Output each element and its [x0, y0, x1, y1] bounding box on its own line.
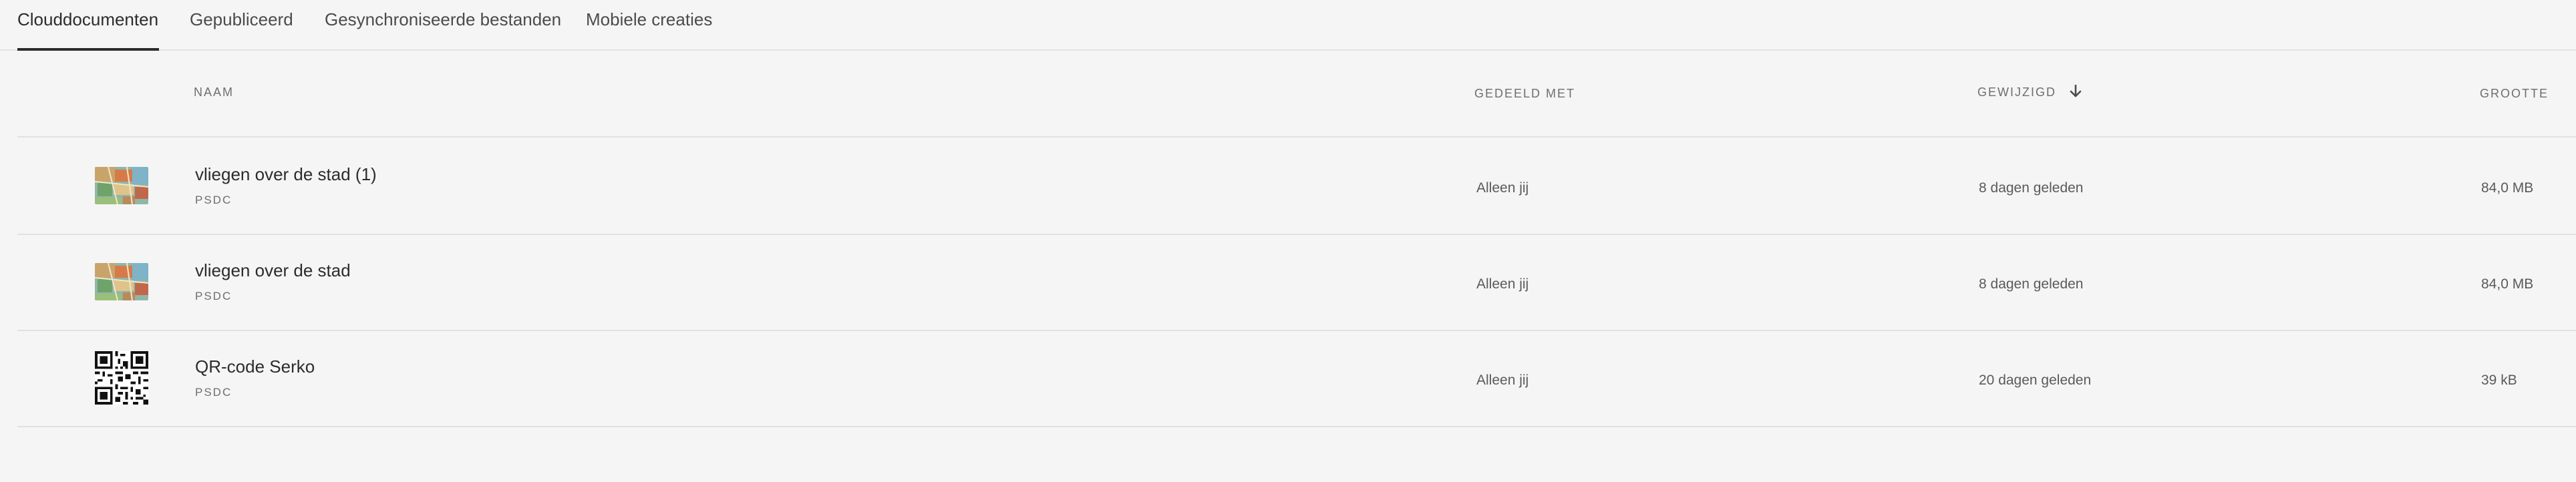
modified-value: 20 dagen geleden	[1979, 373, 2092, 388]
tab-mobiele-creaties[interactable]: Mobiele creaties	[586, 0, 712, 51]
tab-clouddocumenten[interactable]: Clouddocumenten	[17, 0, 159, 51]
column-header-size[interactable]: GROOTTE	[2480, 87, 2549, 101]
table-row[interactable]: vliegen over de stad PSDC Alleen jij 8 d…	[17, 235, 2576, 331]
shared-with-value: Alleen jij	[1476, 180, 1529, 196]
document-type: PSDC	[195, 386, 232, 399]
map-artwork-thumbnail	[95, 263, 148, 300]
table-row[interactable]: QR-code Serko PSDC Alleen jij 20 dagen g…	[17, 331, 2576, 427]
column-header-modified[interactable]: GEWIJZIGD	[1977, 84, 2082, 99]
document-type: PSDC	[195, 194, 232, 206]
tab-gepubliceerd[interactable]: Gepubliceerd	[190, 0, 293, 51]
document-name[interactable]: vliegen over de stad (1)	[195, 164, 377, 185]
column-header-modified-label: GEWIJZIGD	[1977, 85, 2056, 99]
column-header-name[interactable]: NAAM	[194, 85, 234, 99]
document-name[interactable]: QR-code Serko	[195, 356, 315, 377]
size-value: 84,0 MB	[2481, 180, 2534, 196]
modified-value: 8 dagen geleden	[1979, 276, 2084, 292]
document-name[interactable]: vliegen over de stad	[195, 260, 351, 281]
table-row[interactable]: vliegen over de stad (1) PSDC Alleen jij…	[17, 139, 2576, 235]
size-value: 39 kB	[2481, 373, 2517, 388]
table-header: NAAM GEDEELD MET GEWIJZIGD GROOTTE	[17, 52, 2576, 138]
document-type: PSDC	[195, 290, 232, 302]
size-value: 84,0 MB	[2481, 276, 2534, 292]
map-artwork-thumbnail	[95, 167, 148, 204]
shared-with-value: Alleen jij	[1476, 373, 1529, 388]
column-header-shared-with[interactable]: GEDEELD MET	[1474, 87, 1575, 101]
tab-bar: Clouddocumenten Gepubliceerd Gesynchroni…	[0, 0, 2576, 51]
tab-gesynchroniseerde-bestanden[interactable]: Gesynchroniseerde bestanden	[325, 0, 561, 51]
arrow-down-icon[interactable]	[2069, 84, 2082, 99]
modified-value: 8 dagen geleden	[1979, 180, 2084, 196]
qr-code-thumbnail	[95, 351, 148, 405]
shared-with-value: Alleen jij	[1476, 276, 1529, 292]
